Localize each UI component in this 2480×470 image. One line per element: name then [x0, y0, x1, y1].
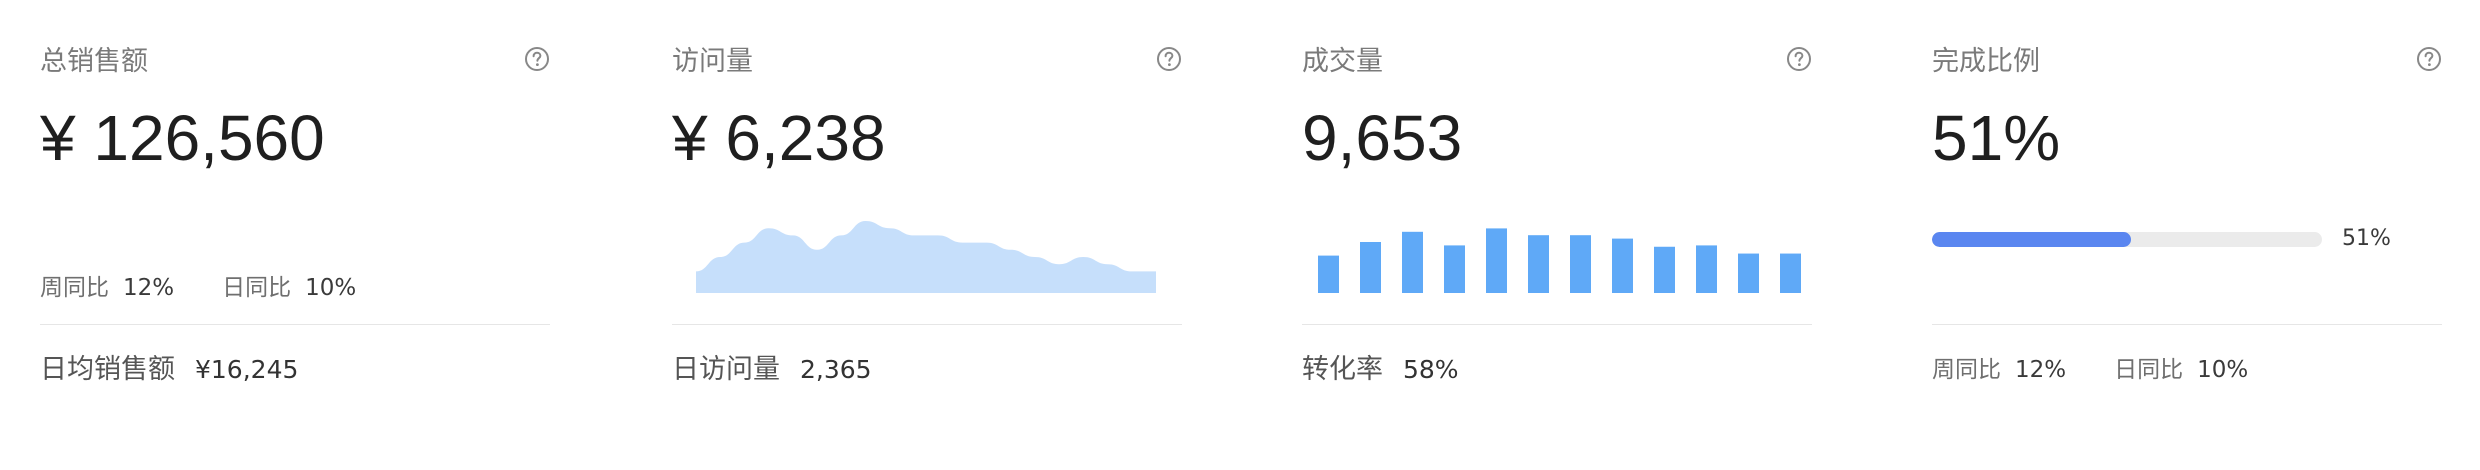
week-compare-value: 12%	[2015, 357, 2067, 383]
question-circle-icon[interactable]	[2416, 46, 2442, 72]
progress-fill	[1932, 232, 2131, 247]
divider	[1932, 324, 2442, 325]
completion-progress: 51%	[1932, 226, 2442, 251]
transactions-value: 9,653	[1302, 102, 1463, 174]
footer-label: 日访问量	[672, 354, 780, 385]
day-compare-label: 日同比	[222, 275, 292, 301]
progress-label: 51%	[2342, 226, 2391, 251]
bar-10	[1696, 245, 1717, 293]
footer-label: 转化率	[1302, 354, 1383, 385]
bar-5	[1486, 228, 1507, 293]
day-compare-label: 日同比	[2114, 357, 2184, 383]
day-compare-value: 10%	[2197, 357, 2249, 383]
footer-value: ¥16,245	[195, 355, 299, 384]
bar-12	[1780, 253, 1801, 293]
footer-row: 周同比 12% 日同比 10%	[1932, 350, 2248, 390]
card-total-sales: 总销售额 ¥ 126,560 周同比 12% 日同比 10% 日均销售额 ¥16,245	[40, 0, 550, 470]
footer-row: 日访问量 2,365	[672, 350, 872, 390]
progress-track	[1932, 232, 2322, 247]
question-circle-icon[interactable]	[1156, 46, 1182, 72]
divider	[1302, 324, 1812, 325]
bar-6	[1528, 235, 1549, 293]
footer-row: 日均销售额 ¥16,245	[40, 350, 298, 390]
visits-value: ¥ 6,238	[672, 102, 886, 174]
day-compare-value: 10%	[305, 275, 357, 301]
week-compare-value: 12%	[123, 275, 175, 301]
visits-area	[696, 221, 1156, 293]
bar-8	[1612, 238, 1633, 293]
card-title: 成交量	[1302, 46, 1383, 77]
visits-area-chart	[696, 221, 1156, 293]
footer-row: 转化率 58%	[1302, 350, 1459, 390]
card-visits: 访问量 ¥ 6,238 日访问量 2,365	[672, 0, 1182, 470]
transactions-bar-chart	[1318, 228, 1801, 293]
bar-4	[1444, 245, 1465, 293]
bar-9	[1654, 246, 1675, 293]
footer-value: 2,365	[800, 355, 872, 384]
card-completion: 完成比例 51% 51% 周同比 12% 日同比 10%	[1932, 0, 2442, 470]
footer-label: 日均销售额	[40, 354, 175, 385]
question-circle-icon[interactable]	[524, 46, 550, 72]
card-title: 完成比例	[1932, 46, 2040, 77]
week-compare-label: 周同比	[40, 275, 109, 301]
compare-row: 周同比 12% 日同比 10%	[40, 270, 356, 306]
bar-3	[1402, 231, 1423, 293]
bar-7	[1570, 235, 1591, 293]
total-sales-value: ¥ 126,560	[40, 102, 325, 174]
question-circle-icon[interactable]	[1786, 46, 1812, 72]
bar-2	[1360, 242, 1381, 293]
card-title: 访问量	[672, 46, 753, 77]
completion-value: 51%	[1932, 102, 2061, 174]
bar-11	[1738, 253, 1759, 293]
footer-value: 58%	[1403, 355, 1459, 384]
card-title: 总销售额	[40, 46, 148, 77]
week-compare-label: 周同比	[1932, 357, 2001, 383]
divider	[40, 324, 550, 325]
divider	[672, 324, 1182, 325]
card-transactions: 成交量 9,653 转化率 58%	[1302, 0, 1812, 470]
bar-1	[1318, 255, 1339, 293]
